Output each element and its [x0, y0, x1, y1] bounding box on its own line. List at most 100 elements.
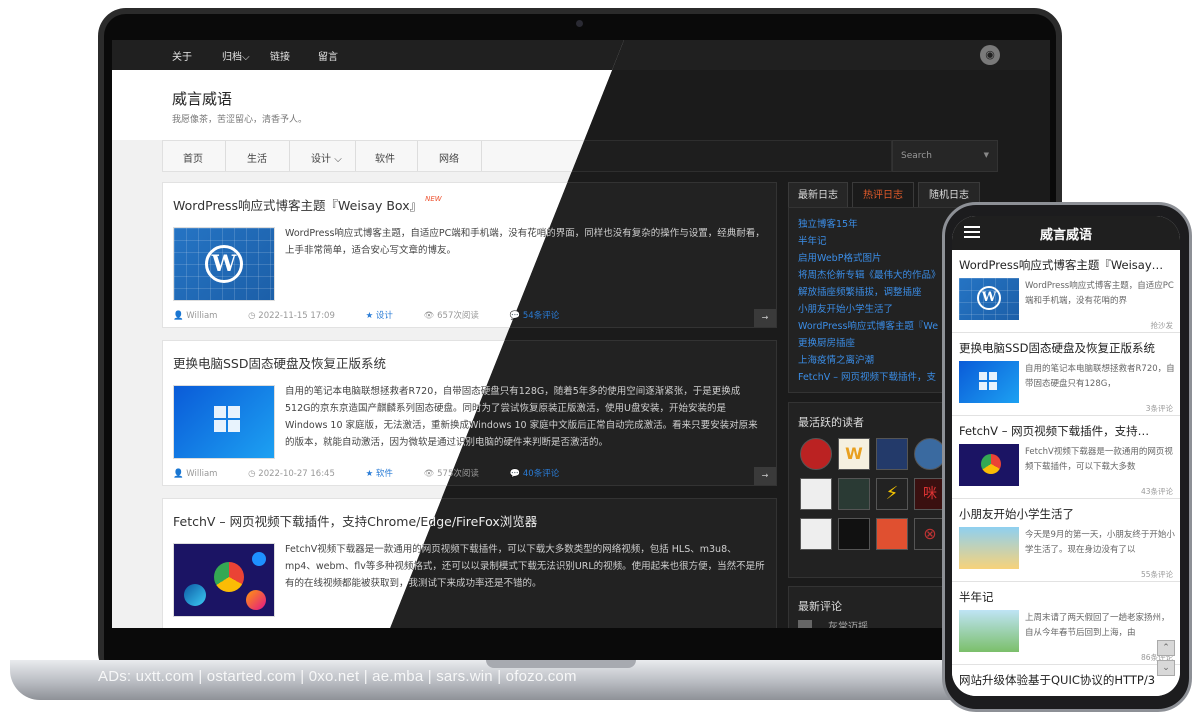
post-title[interactable]: WordPress响应式博客主题『Weisay Box』NEW — [173, 195, 442, 214]
comment-avatar — [798, 620, 812, 628]
chrome-icon — [214, 562, 244, 592]
reader-avatar[interactable]: ⚡ — [876, 478, 908, 510]
phone-post-title[interactable]: FetchV – 网页视频下载插件，支持… — [959, 423, 1173, 439]
phone-post-excerpt: FetchV视频下载器是一款通用的网页视频下载插件，可以下载大多数 — [1025, 447, 1173, 472]
phone-post-title[interactable]: 更换电脑SSD固态硬盘及恢复正版系统 — [959, 340, 1173, 356]
list-item[interactable]: 小朋友开始小学生活了 今天是9月的第一天，小朋友终于开始小学生活了。现在身边没有… — [952, 499, 1180, 582]
phone-post-excerpt: 自用的笔记本电脑联想拯救者R720，自带固态硬盘只有128G， — [1025, 364, 1175, 389]
site-subtitle: 我愿像茶，苦涩留心，清香予人。 — [172, 115, 308, 125]
windows-logo-icon — [979, 372, 997, 390]
phone-post-title[interactable]: 小朋友开始小学生活了 — [959, 506, 1173, 522]
post-category[interactable]: ★ 软件 — [366, 469, 407, 479]
windows-logo-icon — [214, 406, 240, 432]
search-input[interactable]: Search ▼ — [892, 140, 998, 172]
comment-preview[interactable]: 灰常迈摇 — [828, 618, 868, 628]
chrome-icon — [981, 454, 1001, 474]
hot-post-link[interactable]: 更换厨房插座 — [798, 335, 855, 349]
scroll-up-button[interactable]: ⌃ — [1157, 640, 1175, 656]
hot-post-link[interactable]: FetchV – 网页视频下载插件，支 — [798, 369, 936, 383]
ads-footer-text: ADs: uxtt.com | ostarted.com | 0xo.net |… — [98, 668, 577, 685]
phone-screen: 威言威语 WordPress响应式博客主题『Weisay… W WordPres… — [952, 216, 1180, 696]
reader-avatar[interactable] — [876, 518, 908, 550]
hot-post-link[interactable]: 半年记 — [798, 233, 827, 247]
post-views: 👁 657次阅读 — [423, 311, 479, 321]
phone-post-title[interactable]: 网站升级体验基于QUIC协议的HTTP/3 — [959, 672, 1173, 688]
phone-post-excerpt: 今天是9月的第一天，小朋友终于开始小学生活了。现在身边没有了以 — [1025, 530, 1175, 555]
hot-post-link[interactable]: 小朋友开始小学生活了 — [798, 301, 893, 315]
post-date: ◷ 2022-11-15 17:09 — [248, 311, 335, 321]
phone-post-comments: 抢沙发 — [1150, 321, 1174, 330]
phone-site-title[interactable]: 威言威语 — [952, 224, 1180, 243]
post-thumbnail[interactable]: W — [173, 227, 275, 301]
nav-home[interactable]: 首页 — [183, 150, 203, 165]
topbar-archive[interactable]: 归档⌵ — [222, 48, 250, 63]
hot-post-link[interactable]: 解放插座频繁插拔，调整插座 — [798, 284, 922, 298]
phone-post-thumbnail[interactable] — [959, 527, 1019, 569]
nav-network[interactable]: 网络 — [439, 150, 459, 165]
laptop-screen: 关于 归档⌵ 链接 留言 ◉ 首页 生活 设计 ⌵ 软件 网络 Search ▼… — [112, 40, 1050, 628]
hot-post-link[interactable]: 上海疫情之离沪潮 — [798, 352, 874, 366]
tab-hot[interactable]: 热评日志 — [852, 182, 914, 208]
phone-header: 威言威语 — [952, 216, 1180, 250]
wordpress-logo-icon: W — [205, 245, 243, 283]
nav-software[interactable]: 软件 — [375, 150, 395, 165]
phone-post-comments: 43条评论 — [1140, 487, 1173, 496]
post-thumbnail[interactable] — [173, 543, 275, 617]
comments-title: 最新评论 — [798, 600, 842, 613]
list-item[interactable]: 半年记 上周末请了两天假回了一趟老家扬州，自从今年春节后回到上海，由 86条评论 — [952, 582, 1180, 665]
reader-avatar[interactable] — [838, 478, 870, 510]
reader-avatar[interactable] — [800, 438, 832, 470]
tab-latest[interactable]: 最新日志 — [788, 182, 848, 208]
edge-icon — [184, 584, 206, 606]
topbar-about[interactable]: 关于 — [172, 48, 192, 63]
phone-post-thumbnail[interactable] — [959, 610, 1019, 652]
phone-post-title[interactable]: 半年记 — [959, 589, 1173, 605]
read-more-arrow-icon[interactable]: → — [754, 467, 776, 485]
laptop-notch — [486, 660, 636, 668]
hot-post-link[interactable]: 独立博客15年 — [798, 216, 858, 230]
phone-post-thumbnail[interactable]: W — [959, 278, 1019, 320]
reader-avatar[interactable] — [876, 438, 908, 470]
nav-divider — [481, 141, 482, 171]
nav-life[interactable]: 生活 — [247, 150, 267, 165]
nav-divider — [225, 141, 226, 171]
post-thumbnail[interactable] — [173, 385, 275, 459]
reader-avatar[interactable] — [800, 478, 832, 510]
phone-post-thumbnail[interactable] — [959, 361, 1019, 403]
post-comments[interactable]: 💬 54条评论 — [510, 311, 574, 321]
phone-post-excerpt: 上周末请了两天假回了一趟老家扬州，自从今年春节后回到上海，由 — [1025, 613, 1170, 638]
nav-design[interactable]: 设计 ⌵ — [311, 150, 342, 165]
phone-post-comments: 3条评论 — [1145, 404, 1173, 413]
read-more-arrow-icon[interactable]: → — [754, 309, 776, 327]
chevron-down-icon: ⌵ — [334, 154, 342, 165]
site-title[interactable]: 威言威语 — [172, 88, 232, 109]
post-category[interactable]: ★ 设计 — [366, 311, 407, 321]
list-item[interactable]: 更换电脑SSD固态硬盘及恢复正版系统 自用的笔记本电脑联想拯救者R720，自带固… — [952, 333, 1180, 416]
topbar-guestbook[interactable]: 留言 — [318, 48, 338, 63]
nav-divider — [289, 141, 290, 171]
phone-post-excerpt: WordPress响应式博客主题，自适应PC端和手机端，没有花哨的界 — [1025, 281, 1174, 306]
list-item[interactable]: FetchV – 网页视频下载插件，支持… FetchV视频下载器是一款通用的网… — [952, 416, 1180, 499]
phone-post-title[interactable]: WordPress响应式博客主题『Weisay… — [959, 257, 1173, 273]
list-item[interactable]: WordPress响应式博客主题『Weisay… W WordPress响应式博… — [952, 250, 1180, 333]
safari-icon — [252, 552, 266, 566]
scroll-down-button[interactable]: ⌄ — [1157, 660, 1175, 676]
chevron-down-icon: ⌵ — [242, 52, 250, 63]
hot-post-link[interactable]: 将周杰伦新专辑《最伟大的作品》 — [798, 267, 941, 281]
phone-post-thumbnail[interactable] — [959, 444, 1019, 486]
reader-avatar[interactable] — [800, 518, 832, 550]
nav-divider — [355, 141, 356, 171]
list-item[interactable]: 网站升级体验基于QUIC协议的HTTP/3 — [952, 665, 1180, 696]
readers-title: 最活跃的读者 — [798, 416, 864, 429]
reader-avatar[interactable]: W — [838, 438, 870, 470]
hot-post-link[interactable]: 启用WebP格式图片 — [798, 250, 881, 264]
reader-avatar[interactable] — [838, 518, 870, 550]
post-title[interactable]: 更换电脑SSD固态硬盘及恢复正版系统 — [173, 353, 386, 372]
camera-dot — [576, 20, 583, 27]
hot-post-link[interactable]: WordPress响应式博客主题『We — [798, 318, 938, 332]
new-badge: NEW — [425, 195, 442, 203]
rss-icon[interactable]: ◉ — [980, 45, 1000, 65]
post-comments[interactable]: 💬 40条评论 — [510, 469, 574, 479]
phone-post-comments: 55条评论 — [1140, 570, 1173, 579]
topbar-links[interactable]: 链接 — [270, 48, 290, 63]
